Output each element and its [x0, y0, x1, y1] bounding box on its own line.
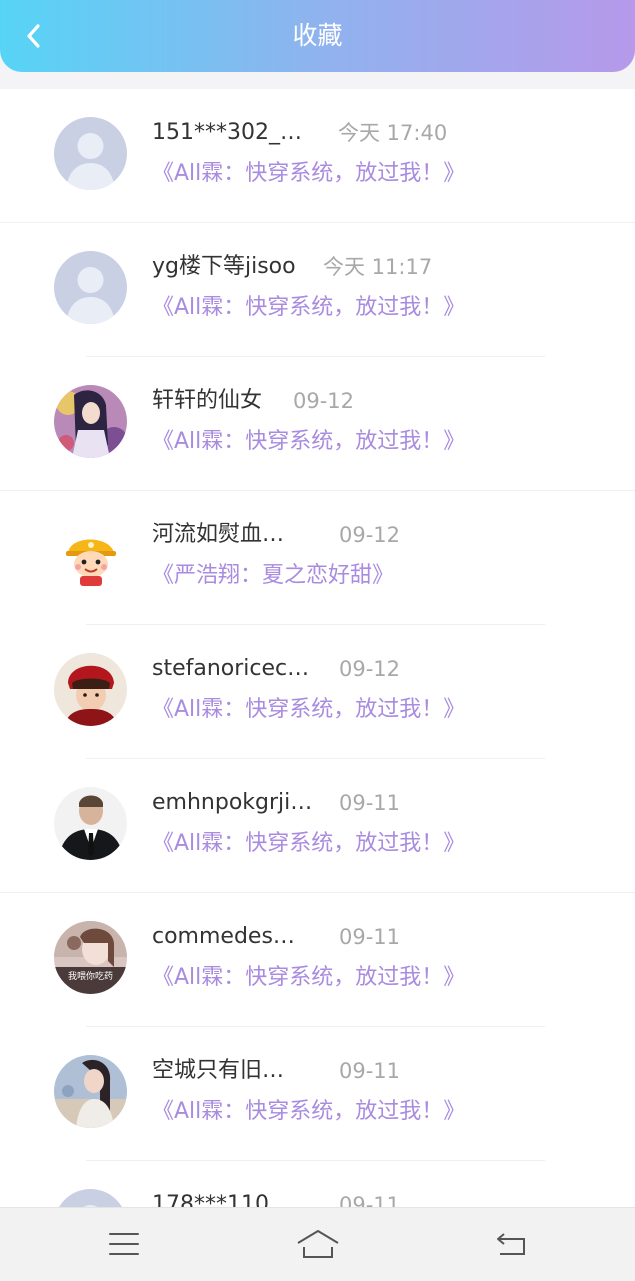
- book-title-link[interactable]: 《All霖：快穿系统，放过我！》: [152, 1095, 465, 1129]
- book-title-link[interactable]: 《All霖：快穿系统，放过我！》: [152, 425, 465, 459]
- girl-photo-avatar[interactable]: 我喂你吃药: [54, 921, 127, 994]
- user-name: stefanoricec…: [152, 656, 310, 681]
- list-item[interactable]: 河流如熨血… 09-12 《严浩翔：夏之恋好甜》: [0, 491, 635, 625]
- timestamp: 今天 17:40: [338, 121, 448, 145]
- user-name: 河流如熨血…: [152, 522, 285, 547]
- book-title-link[interactable]: 《All霖：快穿系统，放过我！》: [152, 961, 465, 995]
- list-item[interactable]: 轩轩的仙女 09-12 《All霖：快穿系统，放过我！》: [0, 357, 635, 491]
- list-item[interactable]: 我喂你吃药 commedes… 09-11 《All霖：快穿系统，放过我！》: [0, 893, 635, 1027]
- list-item[interactable]: yg楼下等jisoo 今天 11:17 《All霖：快穿系统，放过我！》: [0, 223, 635, 357]
- favorites-list: 151***302_… 今天 17:40 《All霖：快穿系统，放过我！》 yg…: [0, 89, 635, 1207]
- back-nav-icon: [497, 1233, 525, 1255]
- girl-blue-avatar[interactable]: [54, 1055, 127, 1128]
- list-item[interactable]: 空城只有旧… 09-11 《All霖：快穿系统，放过我！》: [0, 1027, 635, 1161]
- home-button[interactable]: [293, 1222, 343, 1266]
- avatar-caption: 我喂你吃药: [68, 970, 113, 982]
- list-item[interactable]: 178***110_… 09-11: [0, 1161, 635, 1207]
- default-avatar-icon[interactable]: [54, 251, 127, 324]
- user-name: 178***110_…: [152, 1192, 302, 1207]
- default-avatar-icon[interactable]: [54, 117, 127, 190]
- anime-girl-avatar[interactable]: [54, 385, 127, 458]
- boy-red-hat-avatar[interactable]: [54, 653, 127, 726]
- book-title-link[interactable]: 《All霖：快穿系统，放过我！》: [152, 827, 465, 861]
- list-item[interactable]: 151***302_… 今天 17:40 《All霖：快穿系统，放过我！》: [0, 89, 635, 223]
- list-item[interactable]: stefanoricec… 09-12 《All霖：快穿系统，放过我！》: [0, 625, 635, 759]
- user-name: emhnpokgrji…: [152, 790, 313, 815]
- menu-icon: [109, 1233, 139, 1255]
- man-suit-avatar[interactable]: [54, 787, 127, 860]
- back-nav-button[interactable]: [486, 1222, 536, 1266]
- timestamp: 09-11: [339, 925, 401, 949]
- book-title-link[interactable]: 《All霖：快穿系统，放过我！》: [152, 693, 465, 727]
- book-title-link[interactable]: 《严浩翔：夏之恋好甜》: [152, 559, 394, 593]
- default-avatar-icon[interactable]: [54, 1189, 127, 1207]
- list-item[interactable]: emhnpokgrji… 09-11 《All霖：快穿系统，放过我！》: [0, 759, 635, 893]
- cartoon-kid-avatar[interactable]: [54, 519, 127, 592]
- user-name: 151***302_…: [152, 120, 302, 145]
- timestamp: 09-12: [293, 389, 355, 413]
- timestamp: 09-11: [339, 791, 401, 815]
- user-name: 空城只有旧…: [152, 1058, 285, 1083]
- user-name: yg楼下等jisoo: [152, 254, 296, 279]
- header-bar: 收藏: [0, 0, 635, 72]
- timestamp: 09-12: [339, 523, 401, 547]
- timestamp: 今天 11:17: [323, 255, 433, 279]
- user-name: commedes…: [152, 924, 295, 949]
- timestamp: 09-11: [339, 1193, 401, 1207]
- book-title-link[interactable]: 《All霖：快穿系统，放过我！》: [152, 291, 465, 325]
- page-title: 收藏: [292, 21, 343, 50]
- timestamp: 09-12: [339, 657, 401, 681]
- timestamp: 09-11: [339, 1059, 401, 1083]
- system-nav-bar: [0, 1207, 635, 1281]
- user-name: 轩轩的仙女: [152, 388, 263, 413]
- book-title-link[interactable]: 《All霖：快穿系统，放过我！》: [152, 157, 465, 191]
- home-icon: [297, 1230, 339, 1258]
- menu-button[interactable]: [99, 1222, 149, 1266]
